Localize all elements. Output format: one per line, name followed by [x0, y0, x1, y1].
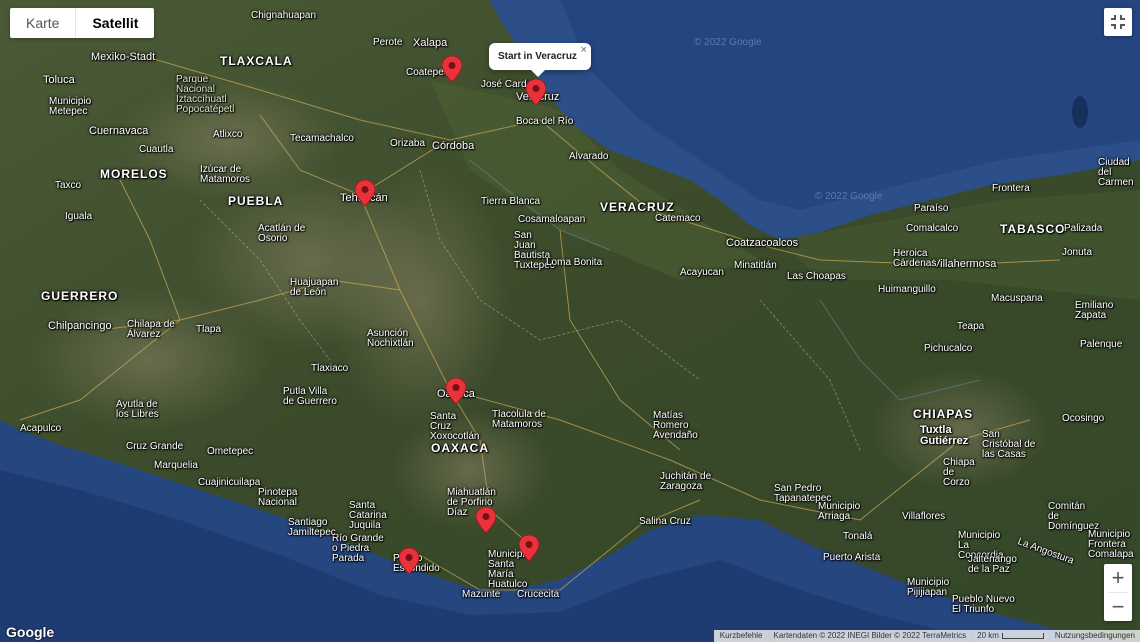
close-icon[interactable]: × [580, 44, 586, 56]
map-type-satellite-button[interactable]: Satellit [75, 8, 154, 38]
keyboard-shortcuts-link[interactable]: Kurzbefehle [713, 630, 768, 642]
satellite-imagery [0, 0, 1140, 642]
map-marker-tehuacan[interactable] [355, 180, 375, 206]
info-window: Start in Veracruz × [489, 43, 591, 77]
scale-control[interactable]: 20 km [971, 630, 1049, 642]
zoom-control: + − [1104, 564, 1132, 621]
google-logo[interactable]: Google [6, 624, 54, 640]
terms-link[interactable]: Nutzungsbedingungen [1048, 630, 1140, 642]
map-marker-veracruz[interactable] [526, 79, 546, 105]
map-marker-miahuatlan[interactable] [476, 507, 496, 533]
fullscreen-button[interactable] [1104, 8, 1132, 36]
scale-label: 20 km [977, 631, 999, 640]
info-window-title: Start in Veracruz [498, 51, 577, 62]
map-marker-xalapa[interactable] [442, 56, 462, 82]
map-marker-huatulco[interactable] [519, 535, 539, 561]
map-type-control: Karte Satellit [10, 8, 155, 38]
scale-bar [1001, 632, 1044, 639]
zoom-out-button[interactable]: − [1104, 593, 1132, 621]
map-marker-oaxaca[interactable] [446, 378, 466, 404]
map-data-attribution: Kartendaten © 2022 INEGI Bilder © 2022 T… [767, 630, 972, 642]
satellite-map[interactable]: © 2022 Google © 2022 Google TLAXCALA PUE… [0, 0, 1140, 642]
map-type-karte-button[interactable]: Karte [10, 8, 75, 38]
zoom-in-button[interactable]: + [1104, 564, 1132, 592]
map-marker-puerto-escondido[interactable] [399, 548, 419, 574]
exit-fullscreen-icon [1111, 15, 1125, 29]
attribution-bar: Kurzbefehle Kartendaten © 2022 INEGI Bil… [713, 630, 1140, 642]
